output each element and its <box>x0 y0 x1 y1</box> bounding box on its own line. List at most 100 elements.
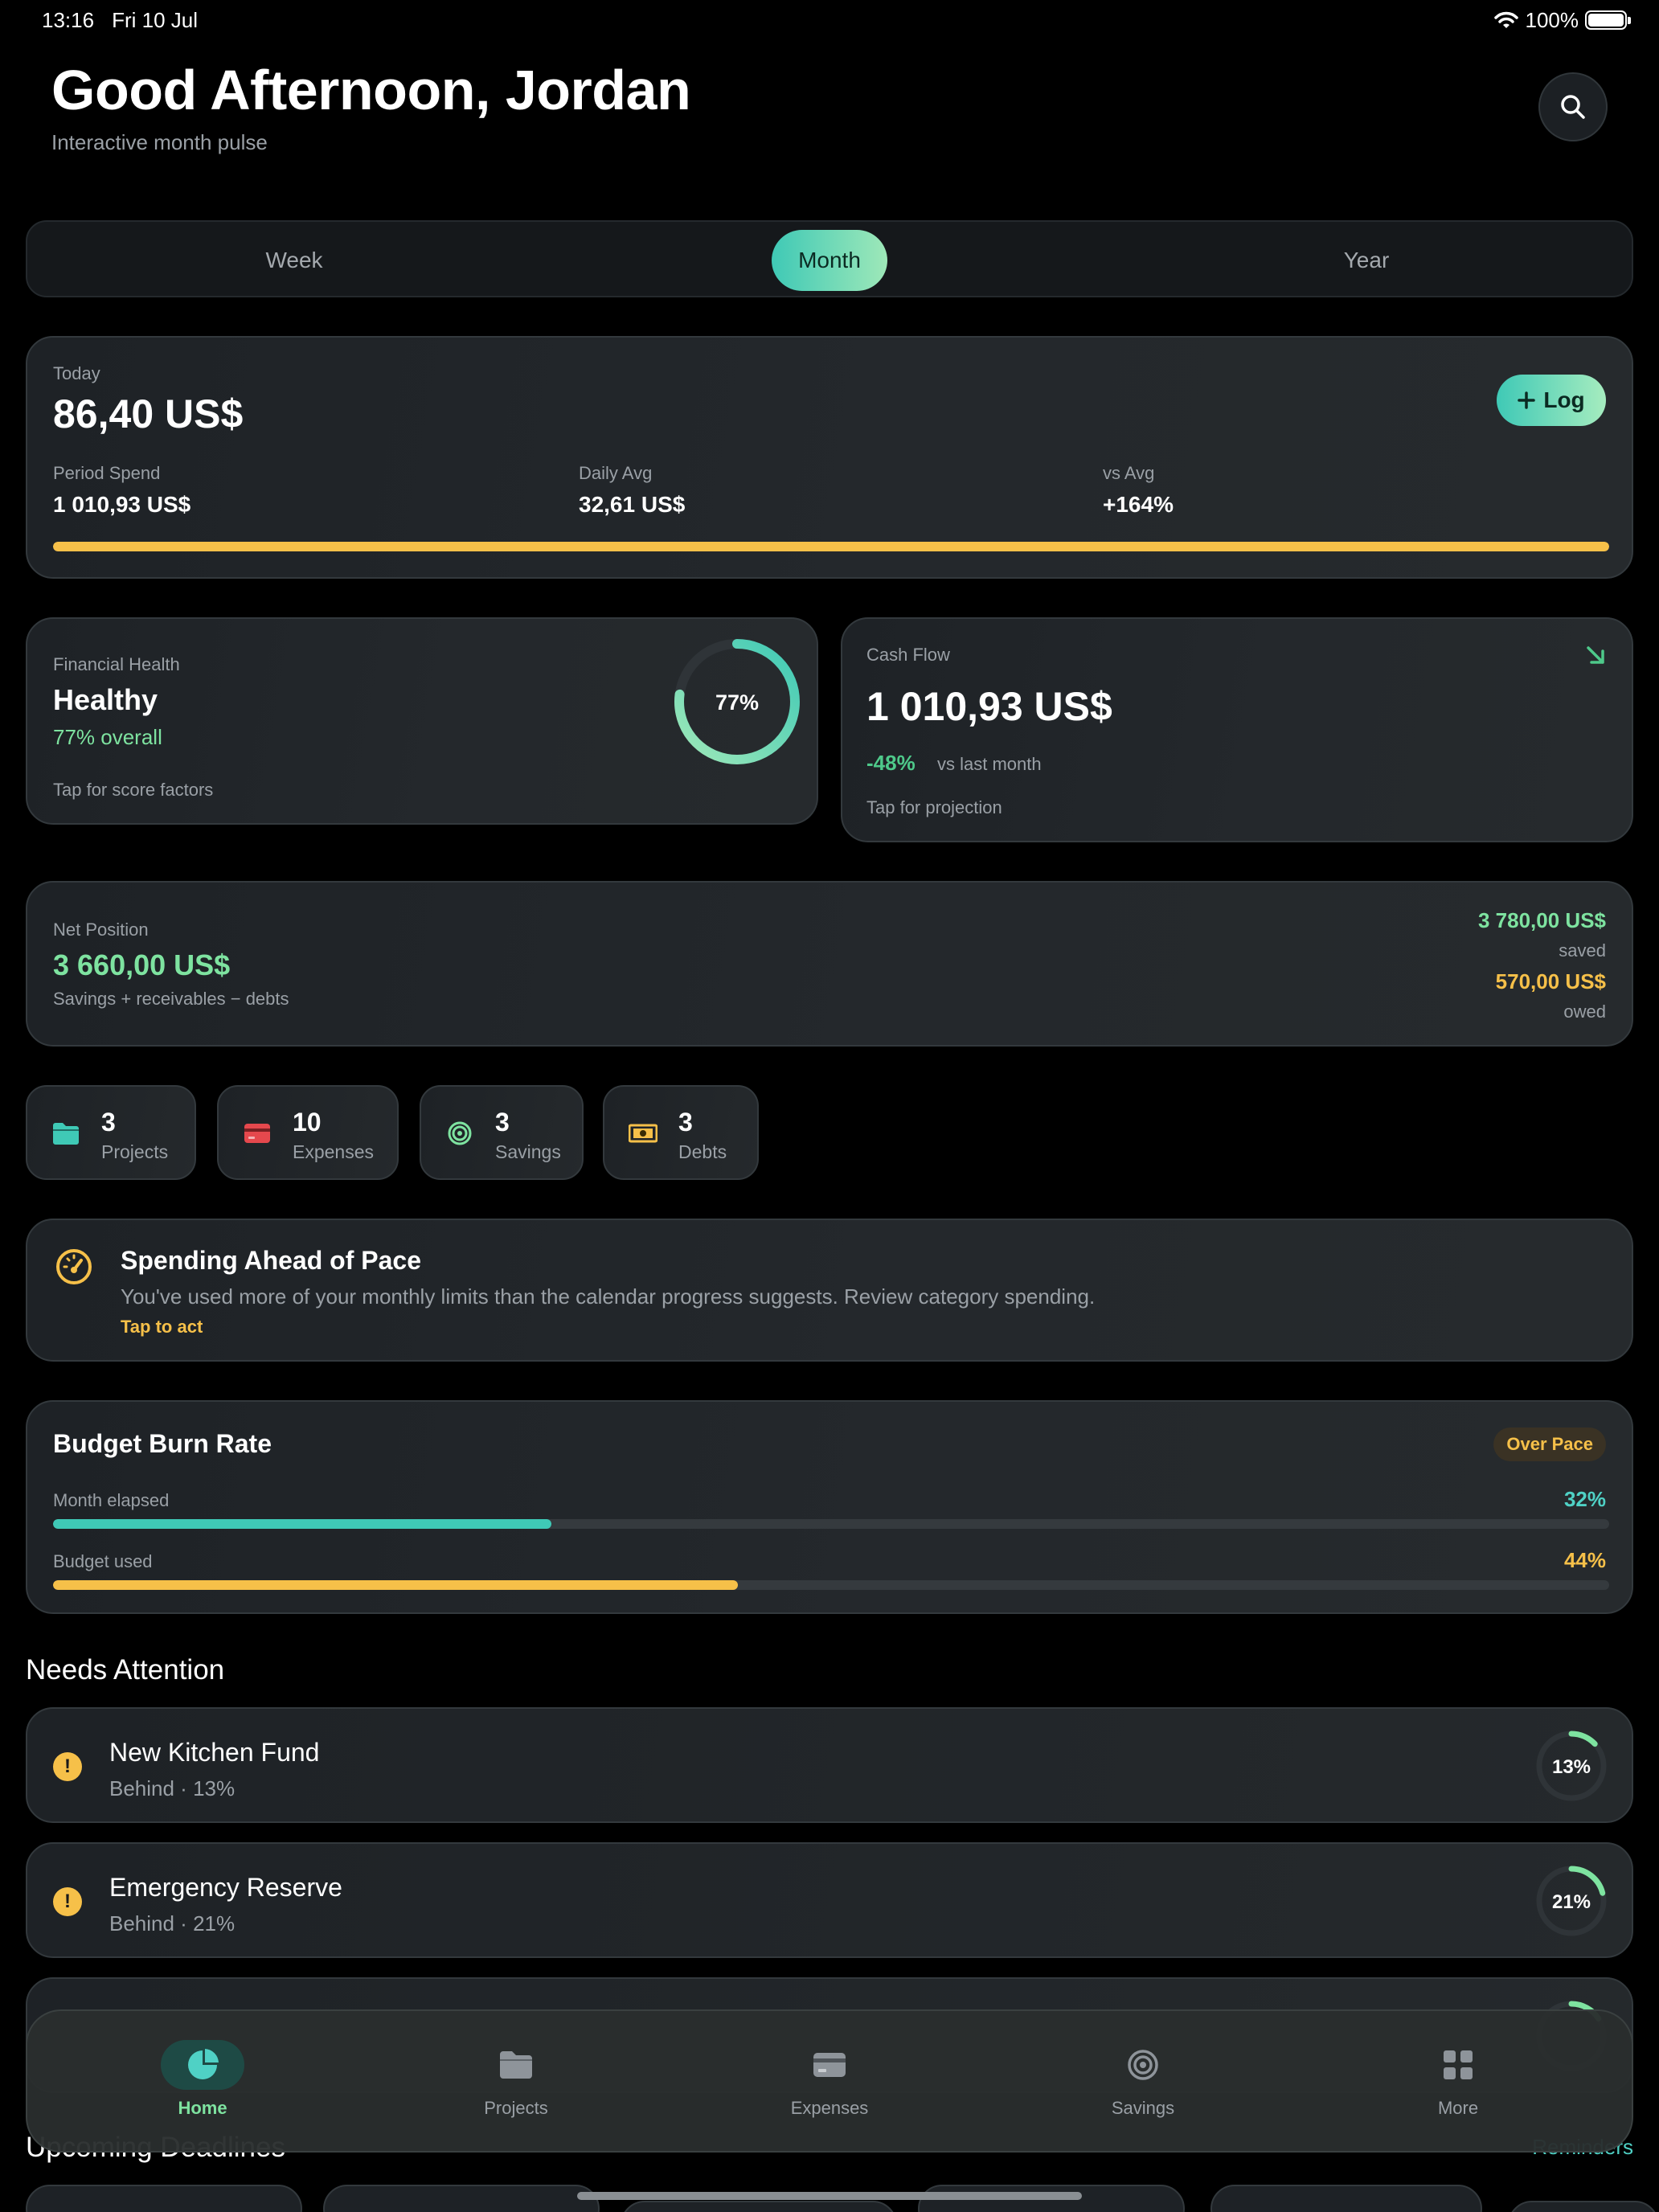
health-label: Financial Health <box>53 654 180 674</box>
vs-avg-value: +164% <box>1103 492 1174 517</box>
attention-item-title: New Kitchen Fund <box>109 1738 320 1767</box>
savings-label: Savings <box>495 1141 561 1162</box>
tab-projects[interactable]: Projects <box>436 2040 596 2119</box>
folder-icon <box>500 2051 532 2079</box>
net-position-label: Net Position <box>53 920 149 940</box>
tab-expenses[interactable]: Expenses <box>749 2040 910 2119</box>
needs-attention-heading: Needs Attention <box>26 1654 225 1686</box>
budget-used-fill <box>53 1580 738 1590</box>
tab-savings[interactable]: Savings <box>1063 2040 1223 2119</box>
attention-item-title: Emergency Reserve <box>109 1873 342 1902</box>
cash-flow-card[interactable]: Cash Flow 1 010,93 US$ -48% vs last mont… <box>841 617 1633 842</box>
financial-health-card[interactable]: Financial Health Healthy 77% overall Tap… <box>26 617 818 825</box>
budget-used-value: 44% <box>1563 1548 1606 1572</box>
deadline-chip[interactable] <box>621 2201 897 2212</box>
tab-label: More <box>1437 2098 1479 2118</box>
owed-label: owed <box>1563 1002 1606 1022</box>
projects-label: Projects <box>101 1141 169 1162</box>
bottom-tab-bar: Home Projects Expenses Savings More <box>26 2009 1633 2153</box>
tab-label: Home <box>178 2098 227 2118</box>
net-position-subtitle: Savings + receivables − debts <box>53 989 289 1009</box>
wifi-icon <box>1493 11 1518 28</box>
progress-ring-text: 21% <box>1552 1891 1591 1913</box>
target-icon <box>448 1121 472 1145</box>
today-progress-bar <box>53 542 1609 551</box>
attention-item-emergency-reserve[interactable]: ! Emergency Reserve Behind · 21% 21% <box>26 1842 1633 1958</box>
budget-used-bar <box>53 1580 1609 1590</box>
tab-home[interactable]: Home <box>122 2040 283 2119</box>
daily-avg-label: Daily Avg <box>579 463 653 483</box>
target-icon <box>1128 2050 1158 2080</box>
debts-count: 3 <box>678 1108 693 1137</box>
period-spend-value: 1 010,93 US$ <box>53 492 191 517</box>
deadline-chip[interactable] <box>323 2185 600 2212</box>
period-spend-label: Period Spend <box>53 463 161 483</box>
net-position-amount: 3 660,00 US$ <box>53 948 231 981</box>
log-button-label: Log <box>1543 387 1585 412</box>
expenses-label: Expenses <box>293 1141 375 1162</box>
today-card[interactable]: Today 86,40 US$ Log Period Spend 1 010,9… <box>26 336 1633 579</box>
month-elapsed-label: Month elapsed <box>53 1490 170 1510</box>
page-subtitle: Interactive month pulse <box>51 130 268 154</box>
net-position-card[interactable]: Net Position 3 660,00 US$ Savings + rece… <box>26 881 1633 1047</box>
burn-rate-title: Budget Burn Rate <box>53 1429 272 1458</box>
banknote-icon <box>629 1124 657 1143</box>
alert-title: Spending Ahead of Pace <box>121 1246 421 1275</box>
health-ring-text: 77% <box>715 690 759 715</box>
daily-avg-value: 32,61 US$ <box>579 492 686 517</box>
tab-month[interactable]: Month <box>772 230 887 291</box>
grid-icon <box>1444 2050 1473 2079</box>
savings-count: 3 <box>495 1108 510 1137</box>
progress-ring-text: 13% <box>1552 1756 1591 1778</box>
health-overall: 77% overall <box>53 725 162 749</box>
home-indicator <box>577 2192 1082 2200</box>
cashflow-label: Cash Flow <box>866 645 950 665</box>
page-title: Good Afternoon, Jordan <box>51 59 691 121</box>
month-elapsed-fill <box>53 1519 551 1529</box>
saved-amount: 3 780,00 US$ <box>1477 908 1606 932</box>
attention-item-status: Behind · 13% <box>109 1776 236 1800</box>
budget-burn-rate-card[interactable]: Budget Burn Rate Over Pace Month elapsed… <box>26 1400 1633 1614</box>
spending-alert-card[interactable]: Spending Ahead of Pace You've used more … <box>26 1219 1633 1362</box>
battery-icon <box>1585 10 1631 30</box>
tab-year[interactable]: Year <box>1286 230 1447 291</box>
expenses-chip[interactable]: 10 Expenses <box>217 1085 399 1180</box>
month-elapsed-value: 32% <box>1563 1487 1606 1511</box>
search-icon <box>1561 95 1585 119</box>
alert-message: You've used more of your monthly limits … <box>121 1284 1096 1309</box>
status-date: Fri 10 Jul <box>112 7 198 32</box>
attention-item-kitchen-fund[interactable]: ! New Kitchen Fund Behind · 13% 13% <box>26 1707 1633 1823</box>
cashflow-amount: 1 010,93 US$ <box>866 684 1112 729</box>
folder-icon <box>53 1123 79 1145</box>
tab-label: Savings <box>1111 2098 1175 2118</box>
expenses-count: 10 <box>293 1108 322 1137</box>
speedometer-icon <box>56 1249 92 1284</box>
status-time: 13:16 <box>42 7 95 32</box>
deadline-chip[interactable] <box>1508 2201 1659 2212</box>
battery-percent: 100% <box>1525 7 1579 32</box>
attention-item-status: Behind · 21% <box>109 1911 236 1936</box>
projects-chip[interactable]: 3 Projects <box>26 1085 196 1180</box>
deadline-chip[interactable] <box>1210 2185 1482 2212</box>
tab-more[interactable]: More <box>1378 2040 1538 2119</box>
health-status: Healthy <box>53 683 158 716</box>
owed-amount: 570,00 US$ <box>1495 969 1606 993</box>
deadline-chip[interactable] <box>26 2185 302 2212</box>
debts-chip[interactable]: 3 Debts <box>603 1085 759 1180</box>
credit-card-icon <box>244 1124 270 1143</box>
today-progress-fill <box>53 542 1609 551</box>
search-button[interactable] <box>1538 72 1608 141</box>
over-pace-badge: Over Pace <box>1493 1428 1606 1461</box>
log-button[interactable]: Log <box>1497 375 1606 426</box>
status-bar: 13:16 Fri 10 Jul 100% <box>42 7 1631 32</box>
alert-action-link[interactable]: Tap to act <box>121 1317 203 1337</box>
cashflow-change-label: vs last month <box>937 754 1042 774</box>
tab-week[interactable]: Week <box>214 230 375 291</box>
savings-chip[interactable]: 3 Savings <box>420 1085 584 1180</box>
cashflow-change: -48% <box>866 751 916 775</box>
health-score-ring: 77% <box>674 639 800 764</box>
month-elapsed-bar <box>53 1519 1609 1529</box>
today-amount: 86,40 US$ <box>53 391 244 436</box>
tab-label: Projects <box>484 2098 548 2118</box>
cashflow-hint: Tap for projection <box>866 797 1002 817</box>
